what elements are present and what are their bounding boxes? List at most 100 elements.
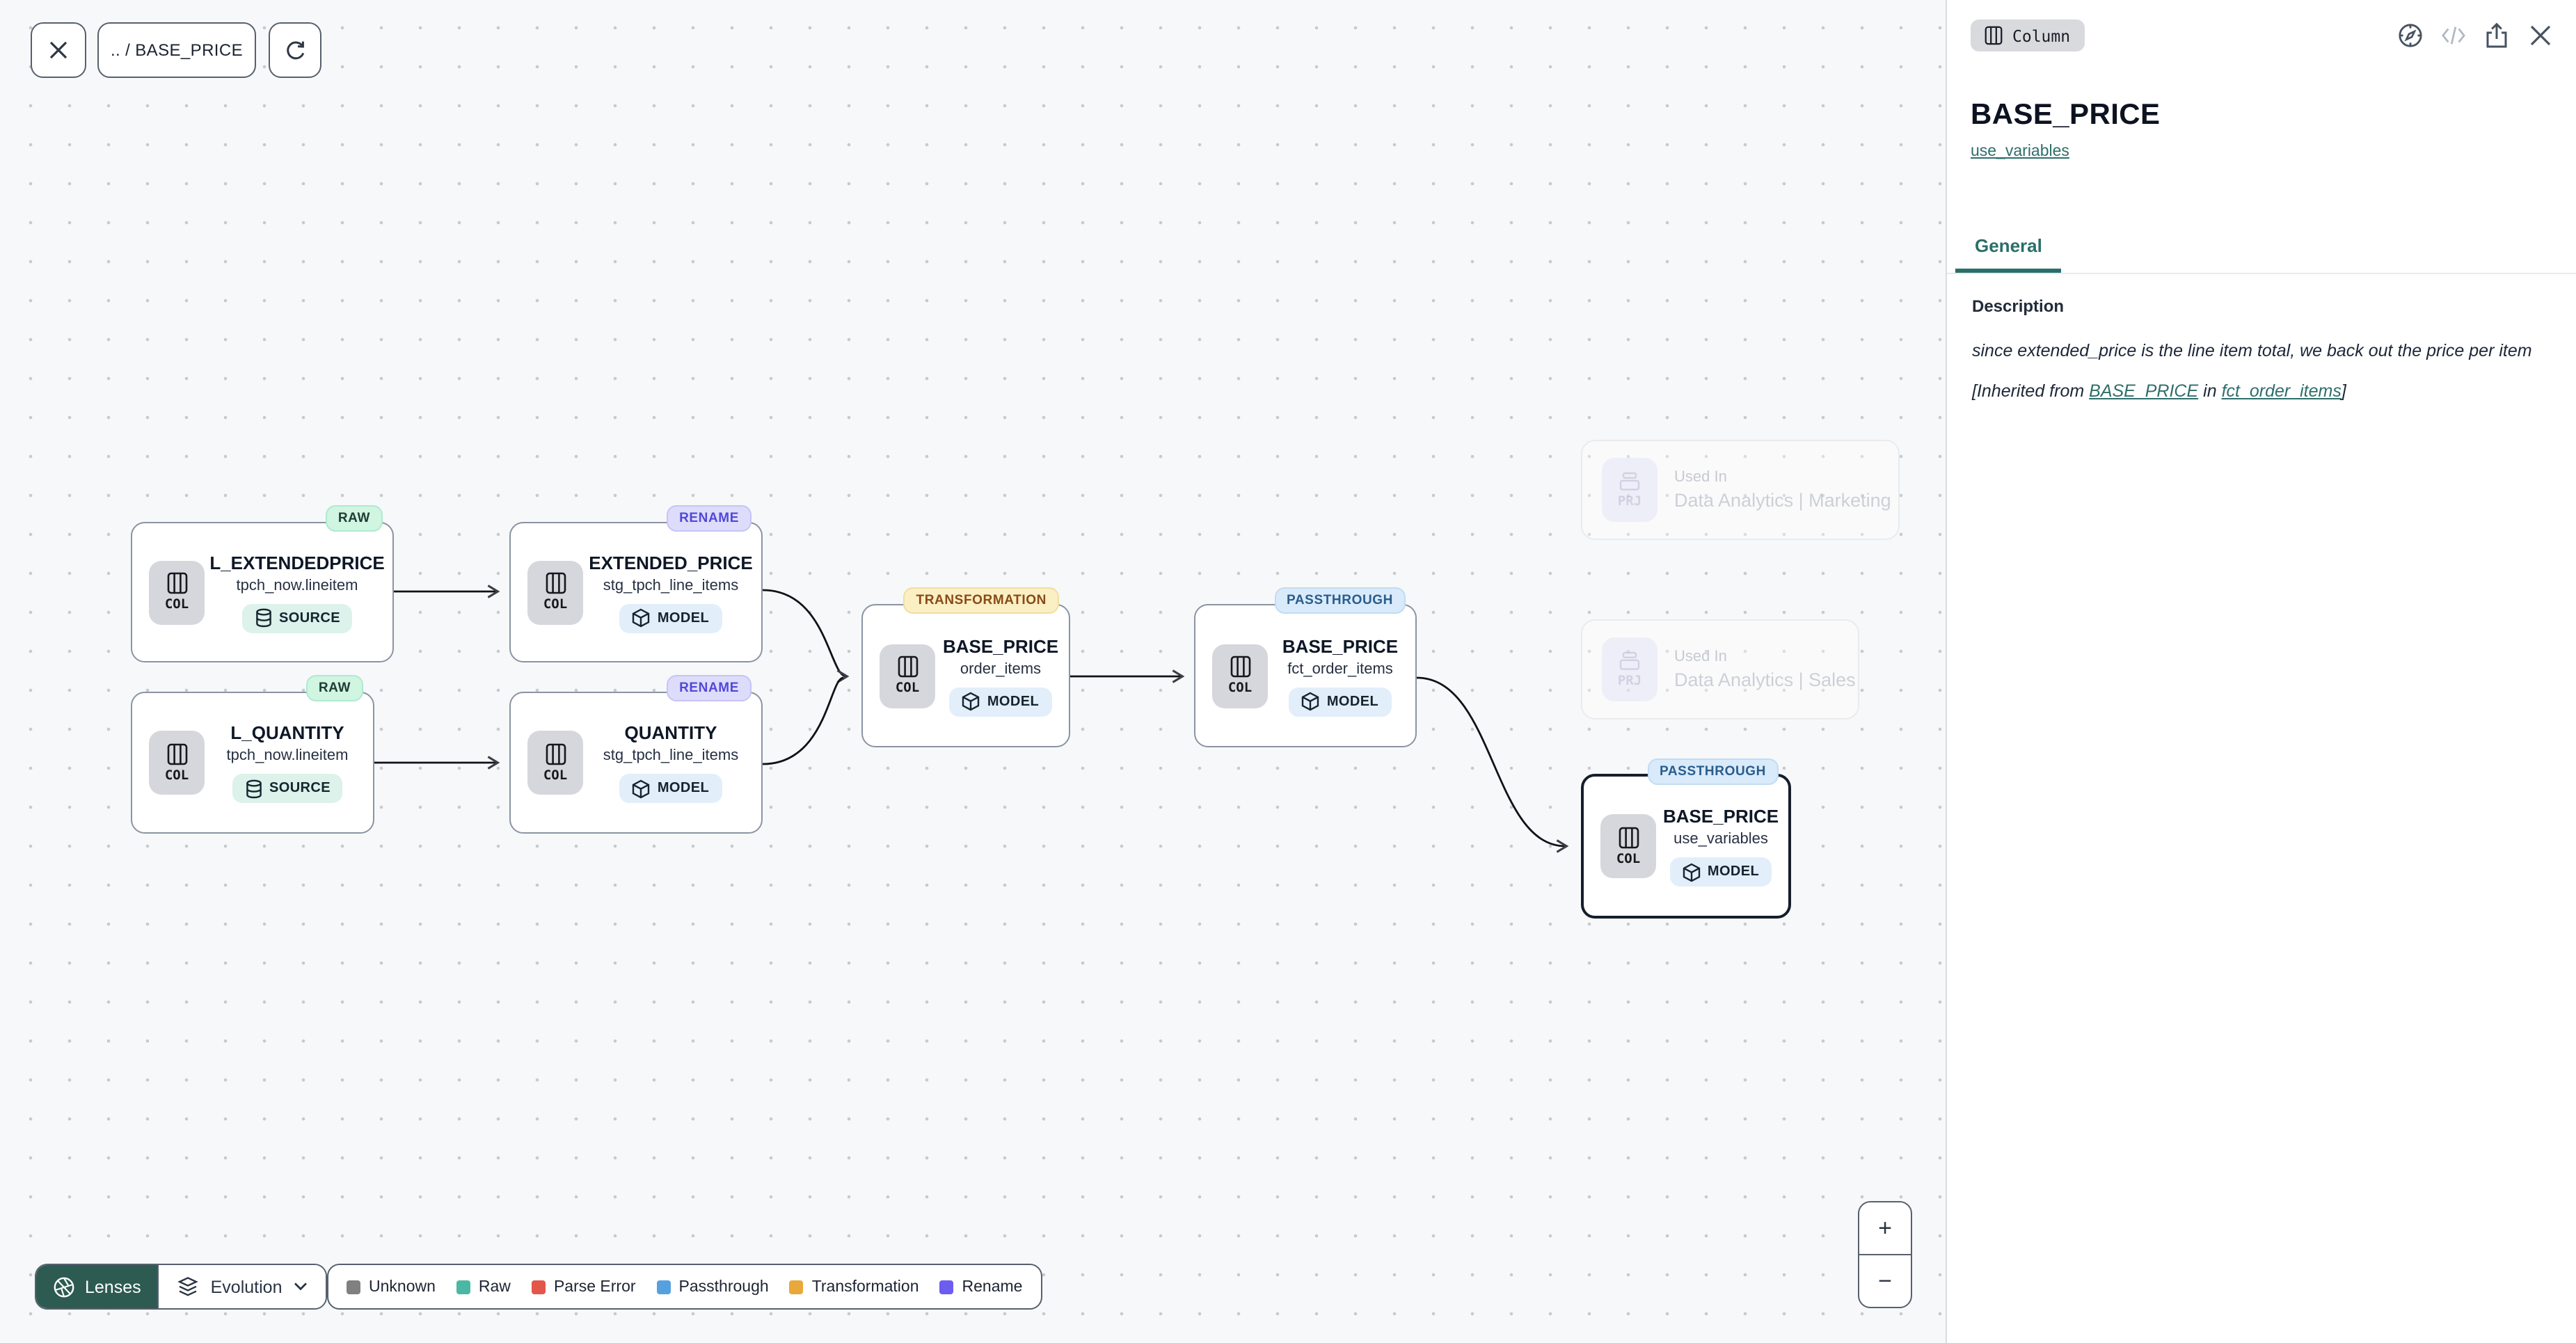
details-panel: Column BASE_PRICE use_variables Gener (1946, 0, 2576, 1343)
lenses-control: Lenses Evolution (35, 1264, 327, 1310)
tab-general[interactable]: General (1955, 224, 2062, 273)
database-icon (244, 779, 262, 798)
project-chip: PRJ (1602, 637, 1657, 701)
model-cube-icon (962, 692, 980, 711)
type-badge-label: SOURCE (269, 781, 331, 796)
model-link[interactable]: use_variables (1971, 143, 2069, 160)
type-badge-label: MODEL (987, 694, 1039, 709)
node-title: BASE_PRICE (1663, 806, 1779, 827)
database-icon (254, 608, 272, 628)
legend-swatch-transformation (790, 1280, 804, 1294)
zoom-in-label: + (1878, 1214, 1892, 1242)
node-base-price-use-variables[interactable]: PASSTHROUGH COL BASE_PRICE use_variables… (1581, 774, 1791, 919)
used-in-node-marketing[interactable]: PRJ Used In Data Analytics | Marketing (1581, 440, 1900, 540)
columns-icon (166, 572, 187, 594)
model-cube-icon (1302, 692, 1320, 711)
general-section: Description since extended_price is the … (1947, 274, 2576, 423)
used-in-label: Used In (1674, 649, 1727, 665)
node-l-extendedprice[interactable]: RAW COL L_EXTENDEDPRICE tpch_now.lineite… (131, 522, 394, 662)
type-badge: SOURCE (232, 774, 343, 803)
node-title: QUANTITY (625, 722, 717, 743)
panel-header: Column (1947, 0, 2576, 51)
inherited-column-link[interactable]: BASE_PRICE (2089, 381, 2198, 401)
code-button[interactable] (2441, 23, 2466, 48)
columns-icon (897, 655, 918, 678)
node-l-quantity[interactable]: RAW COL L_QUANTITY tpch_now.lineitem SOU… (131, 692, 374, 834)
entity-kind-label: Column (2012, 26, 2070, 45)
refresh-icon (283, 38, 307, 62)
inherited-middle: in (2198, 381, 2221, 401)
share-icon (2484, 22, 2509, 49)
breadcrumb[interactable]: .. / BASE_PRICE (97, 22, 256, 78)
column-chip-label: COL (543, 768, 567, 783)
refresh-button[interactable] (269, 22, 321, 78)
node-subtitle: fct_order_items (1287, 660, 1393, 677)
close-panel-button[interactable] (2527, 23, 2552, 48)
explore-button[interactable] (2398, 23, 2423, 48)
lens-badge: RENAME (667, 675, 752, 701)
column-chip: COL (149, 731, 205, 795)
lens-badge: RAW (306, 675, 363, 701)
inherited-from-line: [Inherited from BASE_PRICE in fct_order_… (1972, 381, 2551, 401)
type-badge-label: MODEL (658, 781, 709, 796)
inherited-suffix: ] (2342, 381, 2346, 401)
type-badge-label: SOURCE (279, 610, 340, 626)
legend-swatch-unknown (347, 1280, 360, 1294)
legend-label: Transformation (812, 1278, 919, 1295)
used-in-node-sales[interactable]: PRJ Used In Data Analytics | Sales (1581, 619, 1859, 720)
node-quantity[interactable]: RENAME COL QUANTITY stg_tpch_line_items … (509, 692, 763, 834)
type-badge: MODEL (1289, 687, 1391, 716)
model-cube-icon (1683, 862, 1701, 882)
lenses-button[interactable]: Lenses (36, 1265, 158, 1308)
legend-swatch-passthrough (657, 1280, 671, 1294)
lens-badge: RAW (326, 505, 383, 532)
lens-badge: PASSTHROUGH (1647, 758, 1779, 785)
edge (1417, 678, 1566, 846)
columns-icon (1985, 25, 2003, 46)
layers-icon (177, 1276, 200, 1298)
close-icon (2528, 24, 2552, 47)
legend-label: Parse Error (554, 1278, 636, 1295)
column-chip-label: COL (165, 597, 189, 612)
lineage-canvas[interactable]: .. / BASE_PRICE PRJ Used In Data Analyti… (0, 0, 1946, 1343)
node-extended-price[interactable]: RENAME COL EXTENDED_PRICE stg_tpch_line_… (509, 522, 763, 662)
node-base-price-fct-order-items[interactable]: PASSTHROUGH COL BASE_PRICE fct_order_ite… (1194, 604, 1417, 747)
node-title: EXTENDED_PRICE (589, 552, 753, 573)
used-in-name: Data Analytics | Sales (1674, 669, 1856, 690)
type-badge: MODEL (620, 774, 722, 803)
lens-mode-dropdown[interactable]: Evolution (158, 1265, 326, 1308)
share-button[interactable] (2484, 23, 2509, 48)
node-subtitle: stg_tpch_line_items (603, 747, 738, 764)
code-icon (2441, 25, 2466, 46)
used-in-name: Data Analytics | Marketing (1674, 490, 1891, 511)
zoom-in-button[interactable]: + (1859, 1202, 1911, 1255)
close-graph-button[interactable] (31, 22, 86, 78)
node-title: L_QUANTITY (230, 722, 344, 743)
lens-badge: RENAME (667, 505, 752, 532)
columns-icon (166, 742, 187, 765)
lens-badge: TRANSFORMATION (904, 587, 1060, 614)
panel-title: BASE_PRICE (1971, 99, 2552, 132)
legend-swatch-rename (940, 1280, 954, 1294)
zoom-out-button[interactable]: − (1859, 1255, 1911, 1307)
type-badge: MODEL (950, 687, 1051, 716)
node-base-price-order-items[interactable]: TRANSFORMATION COL BASE_PRICE order_item… (861, 604, 1070, 747)
project-chip: PRJ (1602, 458, 1657, 522)
edge (763, 590, 846, 676)
node-subtitle: stg_tpch_line_items (603, 577, 738, 594)
legend-item: Transformation (790, 1278, 919, 1295)
type-badge-label: MODEL (658, 610, 709, 626)
type-badge-label: MODEL (1327, 694, 1378, 709)
type-badge: MODEL (1670, 857, 1772, 887)
node-title: L_EXTENDEDPRICE (209, 552, 384, 573)
column-chip-label: COL (1616, 851, 1640, 866)
zoom-out-label: − (1878, 1267, 1892, 1295)
legend-item: Parse Error (532, 1278, 636, 1295)
description-text: since extended_price is the line item to… (1972, 338, 2551, 363)
inherited-model-link[interactable]: fct_order_items (2222, 381, 2342, 401)
panel-tabs: General (1947, 224, 2576, 274)
model-cube-icon (633, 608, 651, 628)
column-chip-label: COL (165, 768, 189, 783)
column-chip-label: COL (1228, 681, 1252, 696)
columns-icon (1618, 826, 1639, 848)
